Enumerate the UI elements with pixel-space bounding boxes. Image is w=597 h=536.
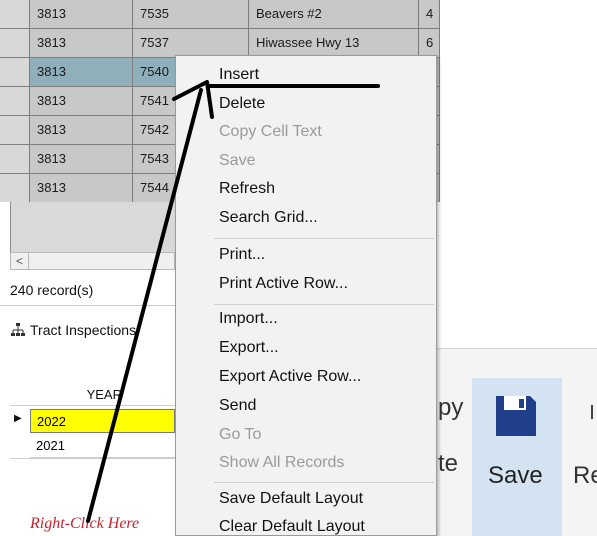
arrow-head: [172, 80, 214, 119]
annotation-arrow: [86, 80, 380, 523]
arrow-shaft: [86, 88, 203, 523]
